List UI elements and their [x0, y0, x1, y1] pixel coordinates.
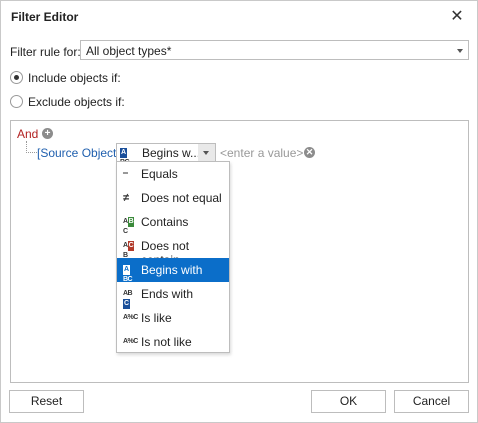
- title-bar: Filter Editor ✕: [1, 1, 477, 33]
- operator-item-label: Does not equal: [141, 191, 222, 205]
- chevron-down-icon: [203, 151, 209, 155]
- operator-item-begins-with[interactable]: ABC Begins with: [117, 258, 229, 283]
- window-title: Filter Editor: [11, 10, 79, 24]
- operator-item-is-not-like[interactable]: A%C Is not like: [117, 330, 229, 354]
- exclude-radio[interactable]: [10, 95, 23, 108]
- operator-item-does-not-contain[interactable]: ACB Does not contain: [117, 234, 229, 267]
- operator-item-label: Begins with: [141, 263, 203, 277]
- operator-item-label: Is not like: [141, 335, 192, 349]
- exclude-label[interactable]: Exclude objects if:: [28, 95, 125, 109]
- group-operator[interactable]: And: [17, 127, 38, 141]
- operator-item-label: Equals: [141, 167, 178, 181]
- radio-dot-icon: [14, 75, 19, 80]
- is-not-like-icon: A%C: [123, 338, 138, 345]
- equals-icon: ═: [123, 170, 128, 177]
- is-like-icon: A%C: [123, 314, 138, 321]
- does-not-contain-icon: ACB: [123, 241, 135, 259]
- reset-button[interactable]: Reset: [9, 390, 84, 413]
- operator-item-ends-with[interactable]: ABC Ends with: [117, 282, 229, 309]
- filter-rule-select[interactable]: All object types*: [80, 40, 469, 60]
- filter-rule-value: All object types*: [86, 44, 172, 58]
- operator-item-is-like[interactable]: A%C Is like: [117, 306, 229, 330]
- begins-with-icon: ABC: [120, 148, 130, 166]
- operator-dropdown-button[interactable]: [198, 144, 215, 161]
- operator-item-contains[interactable]: ABC Contains: [117, 210, 229, 235]
- filter-rule-label: Filter rule for:: [10, 45, 81, 59]
- operator-dropdown-list: ═ Equals ≠ Does not equal ABC Contains A…: [116, 161, 230, 353]
- operator-value: Begins w...: [142, 146, 201, 160]
- not-equal-icon: ≠: [123, 192, 129, 204]
- condition-field[interactable]: [Source Object]: [37, 146, 120, 160]
- operator-item-label: Is like: [141, 311, 172, 325]
- tree-connector: [26, 141, 37, 153]
- operator-select[interactable]: ABC Begins w...: [116, 143, 216, 166]
- add-condition-icon[interactable]: +: [42, 128, 53, 139]
- ends-with-icon: ABC: [123, 290, 133, 309]
- filter-tree-panel: And + [Source Object] ABC Begins w... <e…: [10, 120, 469, 383]
- operator-item-label: Ends with: [141, 287, 194, 301]
- close-button[interactable]: ✕: [447, 7, 467, 27]
- chevron-down-icon: [457, 49, 463, 53]
- operator-item-label: Contains: [141, 215, 189, 229]
- operator-item-does-not-equal[interactable]: ≠ Does not equal: [117, 186, 229, 210]
- operator-item-equals[interactable]: ═ Equals: [117, 162, 229, 186]
- value-input[interactable]: <enter a value>: [220, 146, 303, 160]
- include-label[interactable]: Include objects if:: [28, 71, 121, 85]
- begins-with-icon: ABC: [123, 265, 133, 283]
- contains-icon: ABC: [123, 217, 135, 235]
- remove-condition-icon[interactable]: ✕: [304, 147, 315, 158]
- ok-button[interactable]: OK: [311, 390, 386, 413]
- filter-editor-window: Filter Editor ✕ Filter rule for: All obj…: [0, 0, 478, 423]
- cancel-button[interactable]: Cancel: [394, 390, 469, 413]
- include-radio[interactable]: [10, 71, 23, 84]
